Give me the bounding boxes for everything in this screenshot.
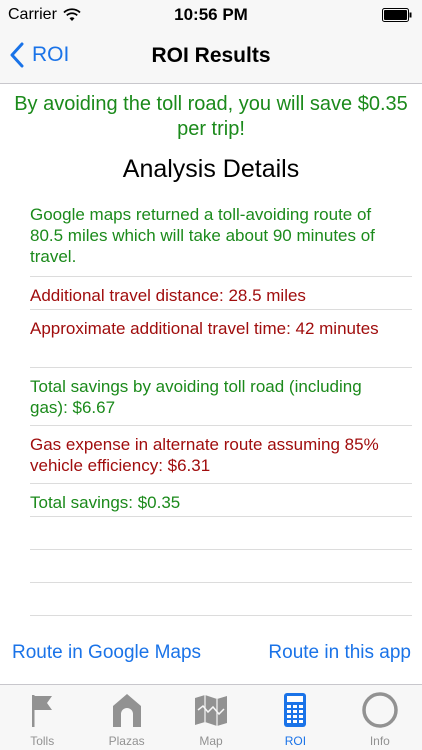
empty-row bbox=[30, 583, 412, 616]
status-bar: Carrier 10:56 PM bbox=[0, 0, 422, 30]
detail-additional-time: Approximate additional travel time: 42 m… bbox=[30, 310, 412, 368]
empty-row bbox=[30, 517, 412, 550]
status-time: 10:56 PM bbox=[174, 5, 248, 24]
map-icon bbox=[195, 695, 228, 726]
route-in-app-link[interactable]: Route in this app bbox=[268, 642, 411, 664]
tab-tolls[interactable]: Tolls bbox=[0, 685, 84, 750]
route-links: Route in Google Maps Route in this app bbox=[0, 642, 422, 670]
route-google-maps-link[interactable]: Route in Google Maps bbox=[12, 642, 201, 664]
detail-route-summary: Google maps returned a toll-avoiding rou… bbox=[30, 195, 412, 277]
detail-total-savings: Total savings: $0.35 bbox=[30, 484, 412, 517]
house-icon bbox=[112, 694, 141, 727]
detail-total-savings-toll: Total savings by avoiding toll road (inc… bbox=[30, 368, 412, 426]
tab-label: Tolls bbox=[30, 734, 55, 748]
detail-gas-expense: Gas expense in alternate route assuming … bbox=[30, 426, 412, 484]
detail-additional-distance: Additional travel distance: 28.5 miles bbox=[30, 277, 412, 310]
battery-icon bbox=[382, 8, 412, 22]
tab-label: ROI bbox=[284, 734, 307, 748]
tab-roi[interactable]: ROI bbox=[253, 685, 337, 750]
calculator-icon bbox=[284, 693, 307, 727]
tab-map[interactable]: Map bbox=[169, 685, 253, 750]
tab-label: Map bbox=[199, 734, 223, 748]
empty-row bbox=[30, 550, 412, 583]
tab-label: Info bbox=[369, 734, 390, 748]
section-title: Analysis Details bbox=[122, 155, 300, 183]
tab-bar: Tolls Plazas Map ROI Info bbox=[0, 684, 422, 750]
analysis-details-list: Google maps returned a toll-avoiding rou… bbox=[30, 195, 412, 616]
screen: Carrier 10:56 PM ROI ROI Results By avoi… bbox=[0, 0, 422, 750]
tab-info[interactable]: Info bbox=[338, 685, 422, 750]
circle-icon bbox=[362, 692, 398, 728]
tab-plazas[interactable]: Plazas bbox=[84, 685, 168, 750]
page-title: ROI Results bbox=[151, 44, 271, 67]
flag-icon bbox=[32, 695, 53, 727]
savings-headline: By avoiding the toll road, you will save… bbox=[14, 93, 408, 140]
tab-label: Plazas bbox=[108, 734, 145, 748]
